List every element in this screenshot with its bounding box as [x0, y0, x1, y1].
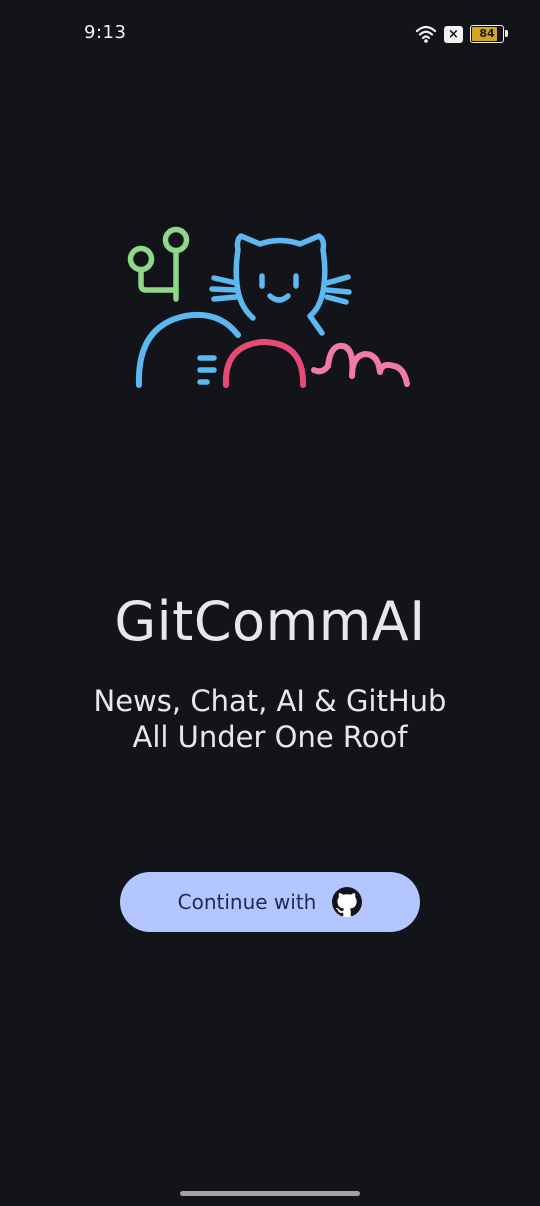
app-title: GitCommAI	[114, 590, 426, 653]
tagline-line-2: All Under One Roof	[132, 720, 408, 754]
hero-illustration	[127, 226, 410, 388]
speed-lines-shape	[197, 355, 217, 385]
wifi-icon	[415, 25, 437, 43]
red-arc-shape	[222, 338, 307, 388]
status-icons: × 84	[415, 24, 508, 44]
continue-with-github-button[interactable]: Continue with	[120, 872, 420, 932]
sim-disabled-icon: ×	[444, 25, 463, 43]
battery-tip	[505, 30, 508, 37]
status-bar: 9:13 × 84	[0, 0, 540, 70]
pink-cloud-shape	[311, 342, 410, 387]
continue-label: Continue with	[177, 890, 317, 914]
home-indicator[interactable]	[180, 1191, 360, 1196]
battery-level: 84	[479, 27, 495, 40]
tagline: News, Chat, AI & GitHub All Under One Ro…	[0, 683, 540, 755]
battery-icon: 84	[470, 25, 508, 43]
tagline-line-1: News, Chat, AI & GitHub	[93, 684, 447, 718]
ai-circuit-icon	[127, 226, 190, 302]
github-icon	[332, 887, 363, 917]
octocat-icon	[209, 233, 352, 336]
status-time: 9:13	[84, 22, 127, 43]
blue-arc-shape	[135, 311, 241, 388]
